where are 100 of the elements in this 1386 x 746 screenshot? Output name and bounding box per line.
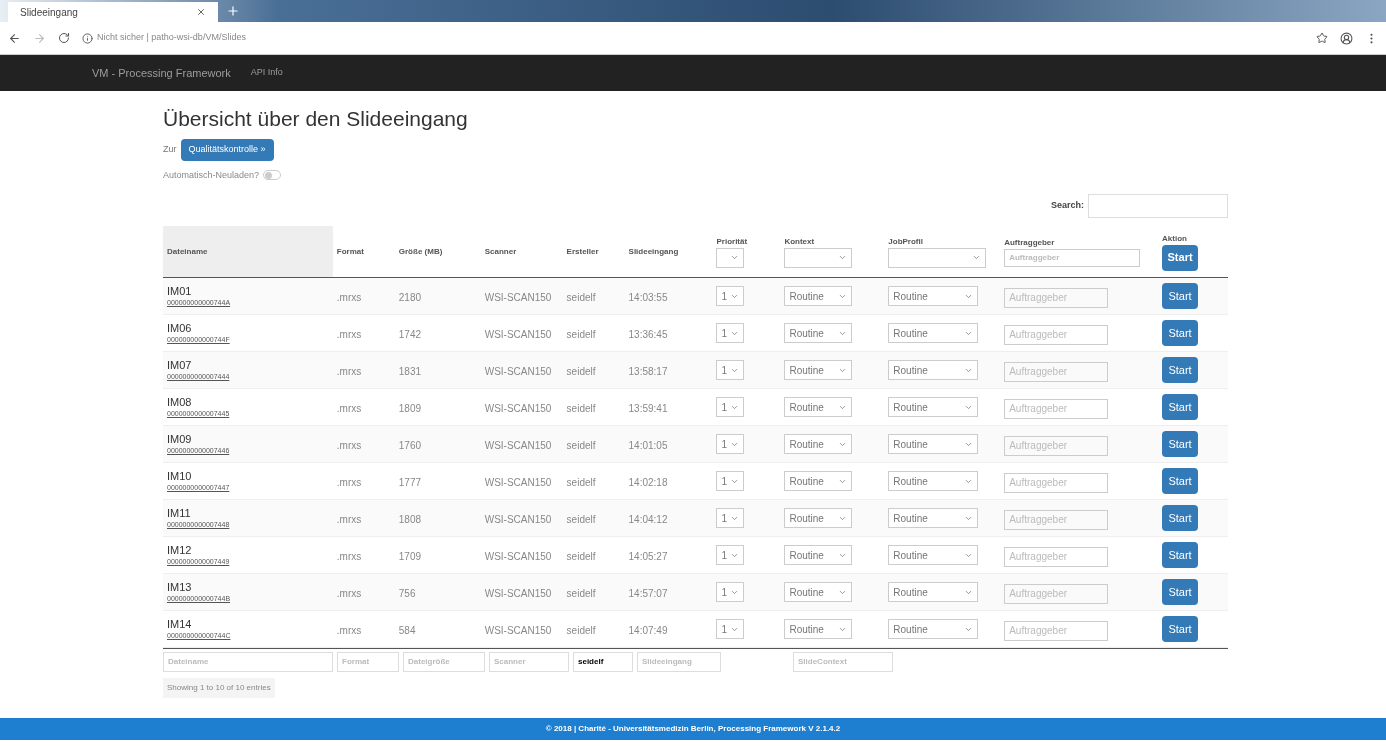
client-field[interactable]: Auftraggeber xyxy=(1004,583,1109,604)
select-field[interactable]: Routine xyxy=(888,397,979,417)
browser-tab[interactable]: Slideeingang xyxy=(8,2,218,22)
client-field[interactable]: Auftraggeber xyxy=(1004,546,1109,567)
filter-field[interactable]: Scanner xyxy=(489,651,569,672)
filter-field[interactable]: Format xyxy=(337,651,399,672)
select-field[interactable]: Routine xyxy=(784,508,853,528)
table-cell: 14:57:07 xyxy=(628,588,668,599)
start-button[interactable]: Start xyxy=(1162,579,1199,606)
select-field[interactable]: Routine xyxy=(888,471,979,491)
filter-field[interactable]: Dateigröße xyxy=(403,651,485,672)
client-field[interactable]: Auftraggeber xyxy=(1004,509,1109,530)
select-field[interactable]: Routine xyxy=(784,619,853,639)
client-field[interactable]: Auftraggeber xyxy=(1004,472,1109,493)
start-all-button[interactable]: Start xyxy=(1162,244,1199,271)
caret-icon xyxy=(838,253,848,262)
select-field[interactable]: 1 xyxy=(716,286,745,306)
select-field[interactable] xyxy=(888,247,987,268)
quality-control-button[interactable]: Qualitätskontrolle » xyxy=(180,138,274,161)
select-field[interactable]: Routine xyxy=(888,323,979,343)
select-field[interactable]: 1 xyxy=(716,397,745,417)
select-field[interactable]: 1 xyxy=(716,323,745,343)
select-field[interactable]: Routine xyxy=(784,286,853,306)
select-field[interactable]: Routine xyxy=(888,360,979,380)
filter-field[interactable]: seidelf xyxy=(573,651,633,672)
select-field[interactable]: 1 xyxy=(716,434,745,454)
select-field[interactable]: 1 xyxy=(716,471,745,491)
profile-icon[interactable] xyxy=(1340,31,1353,45)
file-name: IM01 xyxy=(167,284,193,299)
bookmark-icon[interactable] xyxy=(1316,32,1328,44)
url-text[interactable]: Nicht sicher | patho-wsi-db/VM/Slides xyxy=(97,31,246,45)
select-field[interactable]: Routine xyxy=(784,360,853,380)
select-field[interactable]: Routine xyxy=(784,582,853,602)
info-icon[interactable] xyxy=(82,32,93,44)
autoreload-toggle[interactable] xyxy=(263,170,282,181)
table-cell: seidelf xyxy=(566,292,596,303)
back-icon[interactable] xyxy=(8,31,21,45)
table-info: Showing 1 to 10 of 10 entries xyxy=(163,678,275,698)
select-field[interactable]: Routine xyxy=(888,434,979,454)
start-button[interactable]: Start xyxy=(1162,468,1199,495)
client-field[interactable]: Auftraggeber xyxy=(1004,435,1109,456)
start-button[interactable]: Start xyxy=(1162,320,1199,347)
select-field[interactable] xyxy=(716,247,745,268)
filter-field[interactable]: Slideeingang xyxy=(637,651,721,672)
client-field[interactable]: Auftraggeber xyxy=(1004,398,1109,419)
select-field[interactable]: Routine xyxy=(888,545,979,565)
select-field[interactable]: 1 xyxy=(716,582,745,602)
new-tab-icon[interactable] xyxy=(226,4,240,18)
column-header[interactable]: Scanner xyxy=(480,226,563,277)
column-header[interactable]: Ersteller xyxy=(562,226,625,277)
select-field[interactable]: Routine xyxy=(888,286,979,306)
client-field[interactable]: Auftraggeber xyxy=(1004,620,1109,641)
footer-text: © 2018 | Charité - Universitätsmedizin Berlin, Processing Framework V 2.1.4.2 xyxy=(545,723,841,735)
client-field[interactable]: Auftraggeber xyxy=(1004,361,1109,382)
table-cell: 1809 xyxy=(398,403,421,414)
search-field[interactable] xyxy=(1088,194,1228,218)
goto-label: Zur xyxy=(163,142,177,156)
start-button[interactable]: Start xyxy=(1162,616,1199,643)
select-field[interactable] xyxy=(784,247,853,268)
select-field[interactable]: Routine xyxy=(888,582,979,602)
start-button[interactable]: Start xyxy=(1162,394,1199,421)
file-name: IM10 xyxy=(167,469,193,484)
start-button[interactable]: Start xyxy=(1162,431,1199,458)
client-filter-field[interactable]: Auftraggeber xyxy=(1004,248,1141,267)
brand-link[interactable]: VM - Processing Framework xyxy=(92,64,231,82)
column-header[interactable]: Aktion Start xyxy=(1158,226,1228,277)
select-field[interactable]: 1 xyxy=(716,508,745,528)
reload-icon[interactable] xyxy=(58,32,70,44)
column-header[interactable]: Auftraggeber Auftraggeber xyxy=(1000,226,1159,277)
column-header[interactable]: Dateiname xyxy=(163,226,333,277)
select-field[interactable]: Routine xyxy=(784,471,853,491)
select-field[interactable]: Routine xyxy=(784,434,853,454)
column-header[interactable]: JobProfil xyxy=(884,226,1001,277)
select-field[interactable]: Routine xyxy=(784,545,853,565)
start-button[interactable]: Start xyxy=(1162,542,1199,569)
column-header[interactable]: Format xyxy=(332,226,395,277)
table-cell: WSI-SCAN150 xyxy=(484,625,552,636)
table-cell: seidelf xyxy=(566,329,596,340)
start-button[interactable]: Start xyxy=(1162,357,1199,384)
filter-field[interactable]: SlideContext xyxy=(793,651,893,672)
select-field[interactable]: Routine xyxy=(784,397,853,417)
forward-icon[interactable] xyxy=(33,31,46,45)
start-button[interactable]: Start xyxy=(1162,283,1199,310)
client-field[interactable]: Auftraggeber xyxy=(1004,324,1109,345)
select-field[interactable]: 1 xyxy=(716,545,745,565)
select-field[interactable]: Routine xyxy=(888,619,979,639)
client-field[interactable]: Auftraggeber xyxy=(1004,287,1109,308)
select-field[interactable]: 1 xyxy=(716,360,745,380)
table-cell: 584 xyxy=(398,625,416,636)
start-button[interactable]: Start xyxy=(1162,505,1199,532)
select-field[interactable]: Routine xyxy=(784,323,853,343)
nav-link[interactable]: API Info xyxy=(250,66,283,80)
column-header[interactable]: Priorität xyxy=(712,226,781,277)
close-icon[interactable] xyxy=(196,7,206,17)
filter-field[interactable]: Dateiname xyxy=(163,651,333,672)
column-header[interactable]: Kontext xyxy=(780,226,885,277)
select-field[interactable]: 1 xyxy=(716,619,745,639)
select-field[interactable]: Routine xyxy=(888,508,979,528)
column-header[interactable]: Größe (MB) xyxy=(394,226,481,277)
column-header[interactable]: Slideeingang xyxy=(624,226,713,277)
